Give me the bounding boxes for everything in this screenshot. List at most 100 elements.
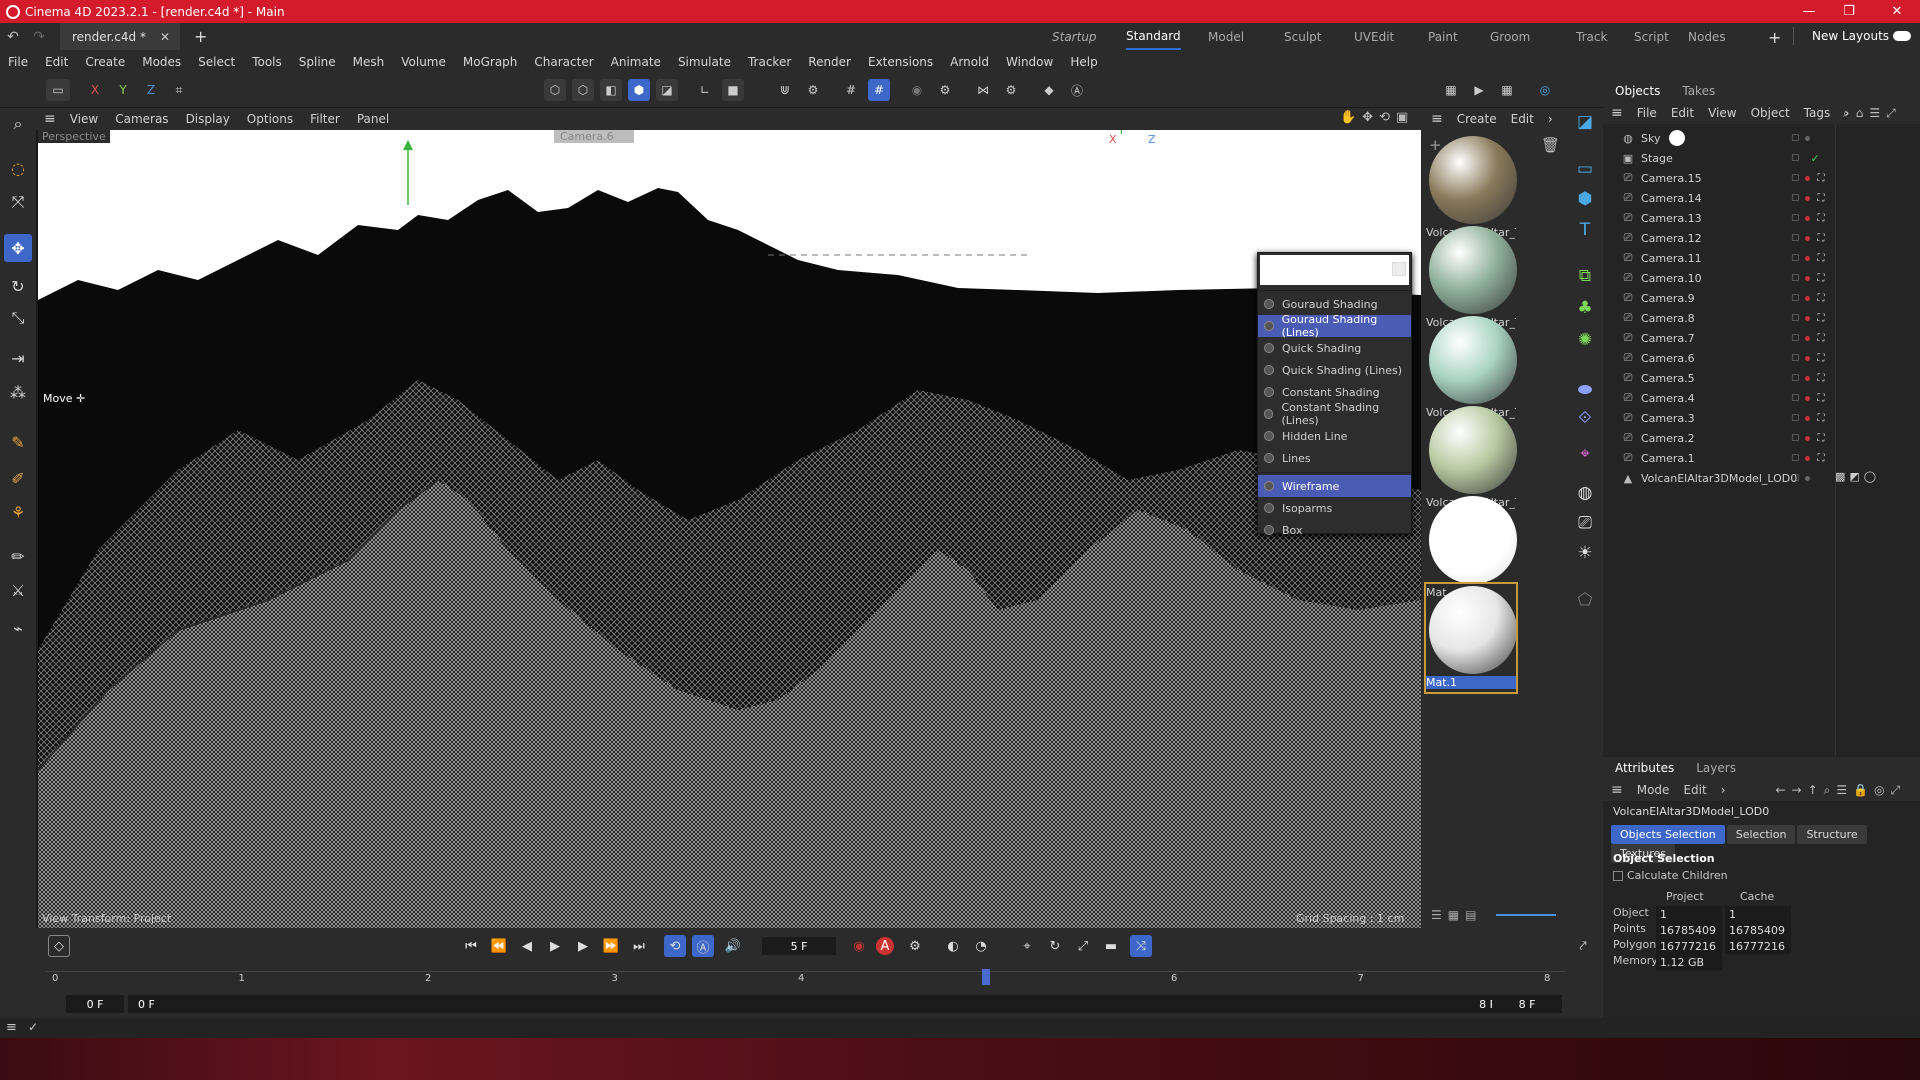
model-mode-icon[interactable]: ⬢ — [628, 79, 650, 101]
render-settings-icon[interactable]: ⚙ — [934, 79, 956, 101]
camera-target-tag-icon[interactable]: ⛶ — [1818, 273, 1825, 284]
object-menu-view[interactable]: View — [1708, 106, 1736, 120]
shading-option[interactable]: Box — [1258, 519, 1411, 541]
move-tool-icon[interactable]: ✥ — [4, 234, 32, 262]
calculate-children-checkbox[interactable]: Calculate Children — [1613, 869, 1728, 882]
tab-takes[interactable]: Takes — [1682, 84, 1715, 98]
next-frame-icon[interactable]: ▶ — [572, 935, 594, 957]
attributes-menu-edit[interactable]: Edit — [1683, 783, 1706, 797]
document-tab[interactable]: render.c4d * ✕ — [60, 23, 181, 50]
generator-icon[interactable]: ⧉ — [1571, 262, 1599, 290]
previous-key-icon[interactable]: ⏪ — [488, 935, 510, 957]
shading-option[interactable]: Gouraud Shading — [1258, 293, 1411, 315]
object-row[interactable]: ⎚ Camera.2 ▢ ⛶ — [1603, 428, 1835, 448]
visibility-dot-icon[interactable] — [1804, 175, 1810, 181]
menu-mograph[interactable]: MoGraph — [463, 55, 518, 69]
layout-tab-sculpt[interactable]: Sculpt — [1284, 23, 1321, 50]
shading-option[interactable]: Wireframe — [1258, 475, 1411, 497]
edges-mode-icon[interactable]: ⬡ — [572, 79, 594, 101]
new-layouts-label[interactable]: New Layouts — [1812, 29, 1889, 43]
object-visibility-controls[interactable]: ▢ ⛶ — [1791, 428, 1831, 448]
loop-icon[interactable]: ⟲ — [664, 935, 686, 957]
viewport-solo-icon[interactable]: ◆ — [1038, 79, 1060, 101]
scale-key-icon[interactable]: ⤢ — [1072, 935, 1094, 957]
object-row[interactable]: ◍ Sky ▢ — [1603, 128, 1835, 148]
camera-object-icon[interactable]: ⎚ — [1571, 509, 1599, 537]
grid-snap-icon[interactable]: # — [840, 79, 862, 101]
texture-mode-icon[interactable]: ◪ — [656, 79, 678, 101]
visibility-dot-icon[interactable] — [1804, 375, 1810, 381]
object-menu-tags[interactable]: Tags — [1804, 106, 1831, 120]
visibility-dot-icon[interactable] — [1804, 335, 1810, 341]
edit-lock-icon[interactable]: ▢ — [1791, 233, 1800, 243]
visibility-dot-icon[interactable] — [1804, 275, 1810, 281]
edit-lock-icon[interactable]: ▢ — [1791, 453, 1800, 463]
shading-option[interactable]: Quick Shading — [1258, 337, 1411, 359]
camera-target-tag-icon[interactable]: ⛶ — [1818, 373, 1825, 384]
shading-option[interactable]: Quick Shading (Lines) — [1258, 359, 1411, 381]
object-row[interactable]: ⎚ Camera.6 ▢ ⛶ — [1603, 348, 1835, 368]
menu-tools[interactable]: Tools — [252, 55, 282, 69]
edit-lock-icon[interactable]: ▢ — [1791, 393, 1800, 403]
edit-lock-icon[interactable]: ▢ — [1791, 193, 1800, 203]
start-frame-field[interactable]: 0 F — [66, 995, 124, 1013]
polygons-mode-icon[interactable]: ◧ — [600, 79, 622, 101]
next-key-icon[interactable]: ⏩ — [600, 935, 622, 957]
lock-z-button[interactable]: Z — [140, 79, 162, 101]
camera-target-tag-icon[interactable]: ⛶ — [1818, 393, 1825, 404]
attribute-tab-structure[interactable]: Structure — [1797, 825, 1867, 844]
snap-settings-icon[interactable]: ⚙ — [802, 79, 824, 101]
object-visibility-controls[interactable]: ▢ ⛶ — [1791, 408, 1831, 428]
previous-frame-icon[interactable]: ◀ — [516, 935, 538, 957]
object-manager-tool-icons[interactable]: ⌕⌂☰⤢ — [1843, 106, 1902, 121]
preview-range-bar[interactable]: 0 F 8 F — [128, 995, 1508, 1013]
attributes-nav-icons[interactable]: ←→↑⌕☰🔒◎⤢ — [1776, 783, 1907, 798]
menu-simulate[interactable]: Simulate — [678, 55, 731, 69]
coordinate-system-icon[interactable]: ▭ — [46, 79, 70, 101]
solo-mode-icon[interactable]: ■ — [722, 79, 744, 101]
status-check-icon[interactable]: ✓ — [28, 1020, 38, 1034]
position-key-icon[interactable]: ⌖ — [1016, 935, 1038, 957]
camera-target-tag-icon[interactable]: ⛶ — [1818, 193, 1825, 204]
object-row[interactable]: ⎚ Camera.1 ▢ ⛶ — [1603, 448, 1835, 468]
edit-lock-icon[interactable]: ▢ — [1791, 173, 1800, 183]
object-visibility-controls[interactable]: ▢ ⛶ — [1791, 328, 1831, 348]
spline-tools-icon[interactable]: ⚘ — [4, 498, 32, 526]
menu-render[interactable]: Render — [808, 55, 851, 69]
motion-clip-icon[interactable]: ◐ — [942, 935, 964, 957]
points-mode-icon[interactable]: ⬡ — [544, 79, 566, 101]
close-tab-icon[interactable]: ✕ — [160, 30, 170, 44]
camera-target-tag-icon[interactable]: ⛶ — [1818, 173, 1825, 184]
object-row[interactable]: ⎚ Camera.3 ▢ ⛶ — [1603, 408, 1835, 428]
render-view-icon[interactable]: ▦ — [1440, 79, 1462, 101]
menu-window[interactable]: Window — [1006, 55, 1053, 69]
visibility-dot-icon[interactable] — [1804, 315, 1810, 321]
edit-lock-icon[interactable]: ▢ — [1791, 273, 1800, 283]
visibility-dot-icon[interactable] — [1804, 235, 1810, 241]
attribute-tab-selection[interactable]: Selection — [1726, 825, 1796, 844]
object-visibility-controls[interactable]: ▢ ⛶ — [1791, 308, 1831, 328]
viewport-menu-view[interactable]: View — [70, 112, 98, 126]
environment-icon[interactable]: ◍ — [1571, 479, 1599, 507]
spline-pen-icon[interactable]: ✎ — [4, 428, 32, 456]
record-settings-icon[interactable]: ⚙ — [904, 935, 926, 957]
scale-tool-icon[interactable]: ⤡ — [4, 304, 32, 332]
shading-option[interactable]: Constant Shading — [1258, 381, 1411, 403]
rotate-tool-icon[interactable]: ↻ — [4, 272, 32, 300]
object-visibility-controls[interactable]: ▢ ✓ — [1791, 148, 1831, 168]
brush-tool-icon[interactable]: ✏ — [4, 542, 32, 570]
visibility-dot-icon[interactable] — [1804, 475, 1810, 481]
object-visibility-controls[interactable]: ▢ ⛶ — [1791, 448, 1831, 468]
edit-render-settings-icon[interactable]: ▦ — [1496, 79, 1518, 101]
visibility-dot-icon[interactable] — [1804, 195, 1810, 201]
menu-create[interactable]: Create — [85, 55, 125, 69]
symmetry-icon[interactable]: ⋈ — [972, 79, 994, 101]
material-view-mode-icons[interactable]: ☰▦▤ — [1431, 908, 1482, 922]
spline-sketch-icon[interactable]: ✐ — [4, 464, 32, 492]
lock-x-button[interactable]: X — [84, 79, 106, 101]
edit-lock-icon[interactable]: ▢ — [1791, 313, 1800, 323]
edit-lock-icon[interactable]: ▢ — [1791, 413, 1800, 423]
layout-tab-nodes[interactable]: Nodes — [1688, 23, 1726, 50]
new-layouts-toggle[interactable] — [1893, 31, 1911, 41]
object-row[interactable]: ▲ VolcanElAltar3DModel_LOD0 ▢ ▩◩◯ — [1603, 468, 1876, 488]
